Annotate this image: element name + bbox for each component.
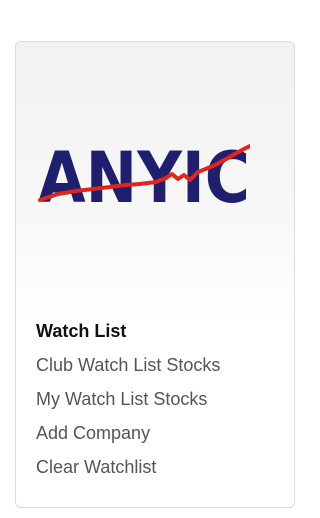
- clear-watchlist-link[interactable]: Clear Watchlist: [36, 450, 220, 484]
- watchlist-menu: Watch List Club Watch List Stocks My Wat…: [36, 314, 220, 484]
- menu-item-my-watch-list: My Watch List Stocks: [36, 382, 220, 416]
- watchlist-panel: ANYIC Watch List Club Watch List Stocks …: [15, 41, 295, 508]
- logo-graphic: ANYIC: [38, 142, 250, 208]
- add-company-link[interactable]: Add Company: [36, 416, 220, 450]
- watchlist-heading: Watch List: [36, 321, 127, 341]
- club-watch-list-link[interactable]: Club Watch List Stocks: [36, 348, 220, 382]
- menu-item-add-company: Add Company: [36, 416, 220, 450]
- anyic-logo: ANYIC: [38, 142, 250, 208]
- my-watch-list-link[interactable]: My Watch List Stocks: [36, 382, 220, 416]
- menu-item-club-watch-list: Club Watch List Stocks: [36, 348, 220, 382]
- logo-wordmark: ANYIC: [38, 142, 250, 208]
- menu-item-clear-watchlist: Clear Watchlist: [36, 450, 220, 484]
